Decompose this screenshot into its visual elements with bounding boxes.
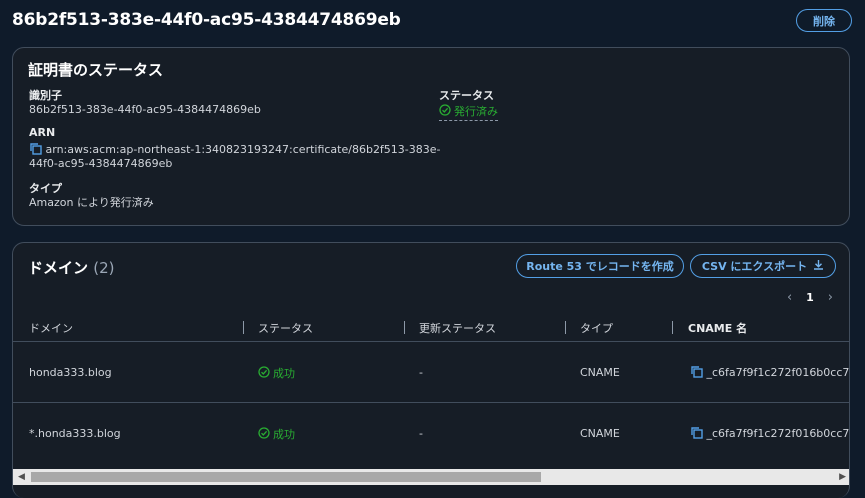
horizontal-scrollbar[interactable]: ◀ ▶ — [13, 469, 849, 485]
type-label: タイプ — [29, 182, 62, 195]
page-title: 86b2f513-383e-44f0-ac95-4384474869eb — [12, 10, 401, 30]
scroll-right-arrow-icon[interactable]: ▶ — [839, 472, 846, 482]
table-row-status: 成功 — [258, 426, 295, 442]
scrollbar-thumb[interactable] — [31, 472, 541, 482]
type-value: Amazon により発行済み — [29, 196, 154, 209]
chevron-right-icon[interactable]: › — [828, 290, 833, 305]
table-row-renewal-status: - — [419, 427, 423, 440]
page-number[interactable]: 1 — [806, 291, 814, 304]
column-resizer[interactable] — [565, 321, 566, 334]
table-row-type: CNAME — [580, 366, 620, 379]
column-header-cname-name[interactable]: CNAME 名 — [688, 320, 747, 336]
column-resizer[interactable] — [243, 321, 244, 334]
domains-panel: ドメイン (2) Route 53 でレコードを作成 CSV にエクスポート ‹… — [12, 242, 850, 498]
certificate-status-value[interactable]: 発行済み — [439, 103, 498, 121]
column-header-status[interactable]: ステータス — [258, 320, 313, 336]
copy-icon[interactable] — [29, 142, 42, 155]
check-circle-icon — [439, 103, 451, 119]
table-row-cname: _c6fa7f9f1c272f016b0cc7302 — [690, 365, 849, 379]
arn-line-2: 44f0-ac95-4384474869eb — [29, 157, 173, 170]
download-icon — [813, 259, 824, 273]
arn-value: arn:aws:acm:ap-northeast-1:340823193247:… — [29, 142, 441, 171]
pagination: ‹ 1 › — [787, 290, 833, 305]
export-csv-button[interactable]: CSV にエクスポート — [690, 254, 836, 278]
arn-line-1: arn:aws:acm:ap-northeast-1:340823193247:… — [45, 143, 441, 156]
scroll-left-arrow-icon[interactable]: ◀ — [18, 472, 25, 482]
certificate-status-heading: 証明書のステータス — [28, 61, 164, 79]
arn-label: ARN — [29, 126, 56, 139]
delete-button[interactable]: 削除 — [796, 9, 852, 32]
status-label: ステータス — [439, 89, 494, 102]
check-circle-icon — [258, 426, 270, 442]
create-route53-records-button[interactable]: Route 53 でレコードを作成 — [516, 254, 684, 278]
domains-count: (2) — [93, 259, 115, 277]
table-row-renewal-status: - — [419, 366, 423, 379]
identifier-label: 識別子 — [29, 89, 62, 102]
column-header-type[interactable]: タイプ — [580, 320, 613, 336]
column-header-renewal-status[interactable]: 更新ステータス — [419, 320, 496, 336]
header-divider — [13, 341, 849, 342]
table-row-type: CNAME — [580, 427, 620, 440]
copy-icon[interactable] — [690, 365, 703, 378]
column-resizer[interactable] — [672, 321, 673, 334]
column-resizer[interactable] — [404, 321, 405, 334]
table-row-domain: *.honda333.blog — [29, 427, 121, 440]
table-row-status: 成功 — [258, 365, 295, 381]
certificate-status-panel: 証明書のステータス 識別子 86b2f513-383e-44f0-ac95-43… — [12, 47, 850, 226]
table-row-cname: _c6fa7f9f1c272f016b0cc7302 — [690, 426, 849, 440]
column-header-domain[interactable]: ドメイン — [29, 320, 73, 336]
table-row-domain: honda333.blog — [29, 366, 112, 379]
domains-heading: ドメイン (2) — [28, 259, 115, 277]
check-circle-icon — [258, 365, 270, 381]
identifier-value: 86b2f513-383e-44f0-ac95-4384474869eb — [29, 103, 261, 116]
row-divider — [13, 402, 849, 403]
copy-icon[interactable] — [690, 426, 703, 439]
chevron-left-icon[interactable]: ‹ — [787, 290, 792, 305]
